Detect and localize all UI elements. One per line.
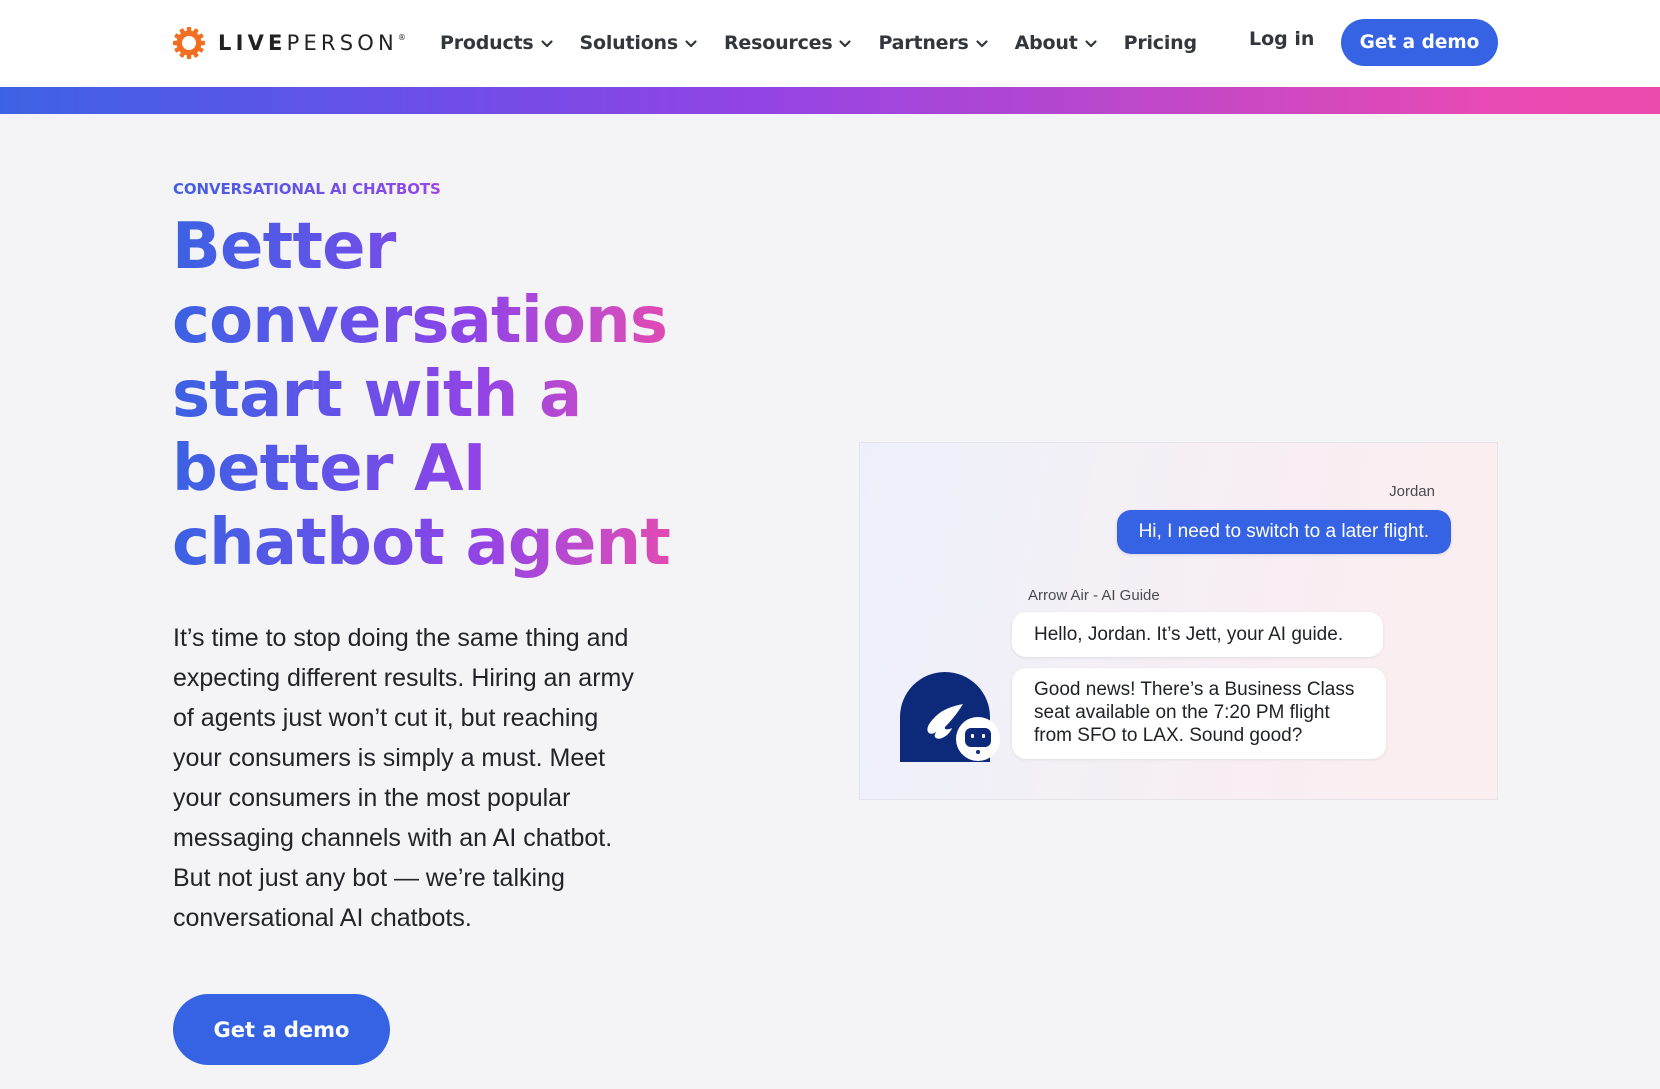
liveperson-logo[interactable]: LIVEPERSON® <box>172 25 406 61</box>
get-demo-button-header[interactable]: Get a demo <box>1341 19 1498 66</box>
chevron-down-icon <box>976 40 988 48</box>
hero-eyebrow: CONVERSATIONAL AI CHATBOTS <box>173 180 441 198</box>
description-line: expecting different results. Hiring an a… <box>173 664 634 692</box>
bot-message-line: seat available on the 7:20 PM flight <box>1034 702 1330 723</box>
nav-item-label: About <box>1014 32 1078 54</box>
description-line: of agents just won’t cut it, but reachin… <box>173 704 599 732</box>
chevron-down-icon <box>685 40 697 48</box>
bot-message-line: from SFO to LAX. Sound good? <box>1034 725 1303 746</box>
bot-message-line: Good news! There’s a Business Class <box>1034 679 1355 700</box>
headline-line: Better <box>172 210 396 284</box>
chevron-down-icon <box>540 40 553 48</box>
headline-line: better AI <box>172 432 486 506</box>
site-header: LIVEPERSON® Products Solutions Resources… <box>0 0 1660 87</box>
gear-sun-icon <box>173 27 205 59</box>
nav-item-pricing[interactable]: Pricing <box>1123 32 1198 54</box>
nav-item-solutions[interactable]: Solutions <box>580 32 698 54</box>
nav-item-about[interactable]: About <box>1015 32 1098 54</box>
nav-item-label: Products <box>440 32 534 54</box>
robot-face-icon <box>956 717 1000 761</box>
logo-wordmark: LIVEPERSON® <box>218 31 406 55</box>
headline-line: start with a <box>172 358 582 432</box>
description-line: It’s time to stop doing the same thing a… <box>173 624 629 652</box>
gradient-banner-bar <box>0 87 1660 114</box>
description-line: But not just any bot — we’re talking <box>173 864 565 892</box>
bot-message-bubble: Hello, Jordan. It’s Jett, your AI guide. <box>1012 612 1383 657</box>
login-link[interactable]: Log in <box>1249 28 1314 50</box>
chat-illustration: Jordan Hi, I need to switch to a later f… <box>859 442 1498 800</box>
user-sender-name: Jordan <box>1389 483 1435 500</box>
nav-item-partners[interactable]: Partners <box>878 32 988 54</box>
headline-line: conversations <box>172 284 668 358</box>
nav-item-label: Partners <box>878 32 969 54</box>
chevron-down-icon <box>839 40 852 48</box>
headline-line: chatbot agent <box>172 506 671 580</box>
hero-description: It’s time to stop doing the same thing a… <box>173 618 693 938</box>
logo-wordmark-light: PERSON <box>286 31 398 55</box>
bot-message-bubble: Good news! There’s a Business Class seat… <box>1012 668 1386 759</box>
nav-item-label: Solutions <box>579 32 679 54</box>
logo-wordmark-bold: LIVE <box>218 31 287 55</box>
bot-avatar <box>900 672 1000 762</box>
description-line: your consumers is simply a must. Meet <box>173 744 606 772</box>
user-message-bubble: Hi, I need to switch to a later flight. <box>1116 510 1451 554</box>
chevron-down-icon <box>1084 40 1097 48</box>
registered-mark: ® <box>397 33 406 42</box>
description-line: messaging channels with an AI chatbot. <box>173 824 613 852</box>
nav-item-products[interactable]: Products <box>440 32 554 54</box>
nav-item-resources[interactable]: Resources <box>724 32 852 54</box>
nav-item-label: Resources <box>724 32 833 54</box>
description-line: conversational AI chatbots. <box>173 904 472 932</box>
get-demo-button-hero[interactable]: Get a demo <box>173 994 390 1065</box>
nav-item-label: Pricing <box>1123 32 1198 54</box>
description-line: your consumers in the most popular <box>173 784 571 812</box>
hero-headline: Better conversations start with a better… <box>172 210 732 580</box>
main-nav: Products Solutions Resources Partners Ab… <box>440 26 1223 60</box>
bot-sender-name: Arrow Air - AI Guide <box>1028 587 1160 604</box>
